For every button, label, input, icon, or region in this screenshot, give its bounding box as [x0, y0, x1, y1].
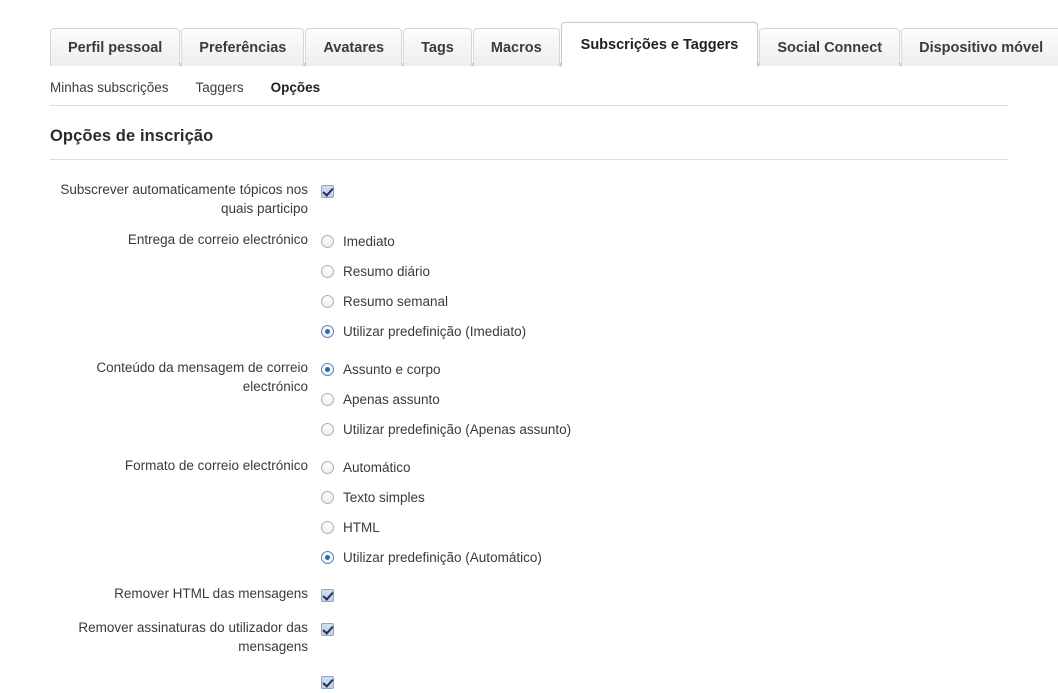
radio-option[interactable]: Texto simples [321, 486, 542, 508]
radio-option[interactable]: Apenas assunto [321, 388, 571, 410]
radio-option-label: Utilizar predefinição (Imediato) [343, 322, 526, 341]
radio-option-label: Imediato [343, 232, 395, 251]
checkbox-icon[interactable] [321, 623, 334, 636]
radio-icon[interactable] [321, 393, 334, 406]
field-control [308, 618, 334, 640]
tab-social-connect[interactable]: Social Connect [759, 28, 900, 66]
subscription-options-form: Subscrever automaticamente tópicos nos q… [0, 160, 1058, 693]
tab-subscri-es-e-taggers[interactable]: Subscrições e Taggers [561, 22, 759, 67]
radio-option-label: Texto simples [343, 488, 425, 507]
radio-option[interactable]: Utilizar predefinição (Automático) [321, 546, 542, 568]
form-row: Conteúdo da mensagem de correio electrón… [0, 358, 1058, 440]
radio-option-label: HTML [343, 518, 380, 537]
sub-navigation: Minhas subscrições Taggers Opções [0, 66, 1058, 105]
radio-option[interactable]: Utilizar predefinição (Apenas assunto) [321, 418, 571, 440]
checkbox-option[interactable] [321, 618, 334, 640]
tab-tags[interactable]: Tags [403, 28, 472, 66]
radio-option[interactable]: Utilizar predefinição (Imediato) [321, 320, 526, 342]
radio-icon[interactable] [321, 265, 334, 278]
radio-option-label: Apenas assunto [343, 390, 440, 409]
radio-icon[interactable] [321, 363, 334, 376]
form-row [0, 671, 1058, 693]
subnav-item-minhas-subscri-es[interactable]: Minhas subscrições [50, 80, 169, 95]
radio-option-label: Utilizar predefinição (Apenas assunto) [343, 420, 571, 439]
field-control [308, 180, 334, 202]
checkbox-option[interactable] [321, 671, 334, 693]
subnav-item-op-es[interactable]: Opções [271, 80, 321, 95]
checkbox-option[interactable] [321, 584, 334, 606]
tab-list: Perfil pessoalPreferênciasAvataresTagsMa… [50, 0, 1058, 66]
radio-option-label: Utilizar predefinição (Automático) [343, 548, 542, 567]
field-label: Remover assinaturas do utilizador das me… [0, 618, 308, 656]
field-label: Subscrever automaticamente tópicos nos q… [0, 180, 308, 218]
field-control [308, 671, 334, 693]
form-row: Remover HTML das mensagens [0, 584, 1058, 606]
form-row: Entrega de correio electrónico Imediato Re… [0, 230, 1058, 342]
radio-icon[interactable] [321, 461, 334, 474]
checkbox-icon[interactable] [321, 676, 334, 689]
field-control: Automático Texto simples HTML Utilizar pred… [308, 456, 542, 568]
tab-avatares[interactable]: Avatares [305, 28, 402, 66]
radio-option[interactable]: Resumo semanal [321, 290, 526, 312]
form-row: Formato de correio electrónicoAutomático… [0, 456, 1058, 568]
checkbox-icon[interactable] [321, 589, 334, 602]
page-title: Opções de inscrição [0, 106, 1058, 159]
tab-prefer-ncias[interactable]: Preferências [181, 28, 304, 66]
checkbox-option[interactable] [321, 180, 334, 202]
field-control: Imediato Resumo diário Resumo semanal Utili… [308, 230, 526, 342]
tab-dispositivo-m-vel[interactable]: Dispositivo móvel [901, 28, 1058, 66]
checkbox-icon[interactable] [321, 185, 334, 198]
field-control [308, 584, 334, 606]
radio-icon[interactable] [321, 325, 334, 338]
tab-perfil-pessoal[interactable]: Perfil pessoal [50, 28, 180, 66]
radio-option-label: Resumo diário [343, 262, 430, 281]
form-row: Subscrever automaticamente tópicos nos q… [0, 180, 1058, 218]
field-control: Assunto e corpo Apenas assunto Utilizar pr… [308, 358, 571, 440]
field-label: Remover HTML das mensagens [0, 584, 308, 603]
radio-icon[interactable] [321, 295, 334, 308]
radio-icon[interactable] [321, 235, 334, 248]
radio-option[interactable]: HTML [321, 516, 542, 538]
field-label: Conteúdo da mensagem de correio electrón… [0, 358, 308, 396]
radio-option[interactable]: Resumo diário [321, 260, 526, 282]
tab-bar: Perfil pessoalPreferênciasAvataresTagsMa… [0, 0, 1058, 66]
radio-option[interactable]: Imediato [321, 230, 526, 252]
field-label: Entrega de correio electrónico [0, 230, 308, 249]
radio-icon[interactable] [321, 423, 334, 436]
radio-icon[interactable] [321, 551, 334, 564]
radio-option-label: Resumo semanal [343, 292, 448, 311]
radio-icon[interactable] [321, 521, 334, 534]
subnav-item-taggers[interactable]: Taggers [196, 80, 244, 95]
radio-option-label: Automático [343, 458, 411, 477]
tab-macros[interactable]: Macros [473, 28, 560, 66]
form-row: Remover assinaturas do utilizador das me… [0, 618, 1058, 656]
radio-option[interactable]: Automático [321, 456, 542, 478]
field-label: Formato de correio electrónico [0, 456, 308, 475]
radio-option[interactable]: Assunto e corpo [321, 358, 571, 380]
radio-option-label: Assunto e corpo [343, 360, 441, 379]
radio-icon[interactable] [321, 491, 334, 504]
